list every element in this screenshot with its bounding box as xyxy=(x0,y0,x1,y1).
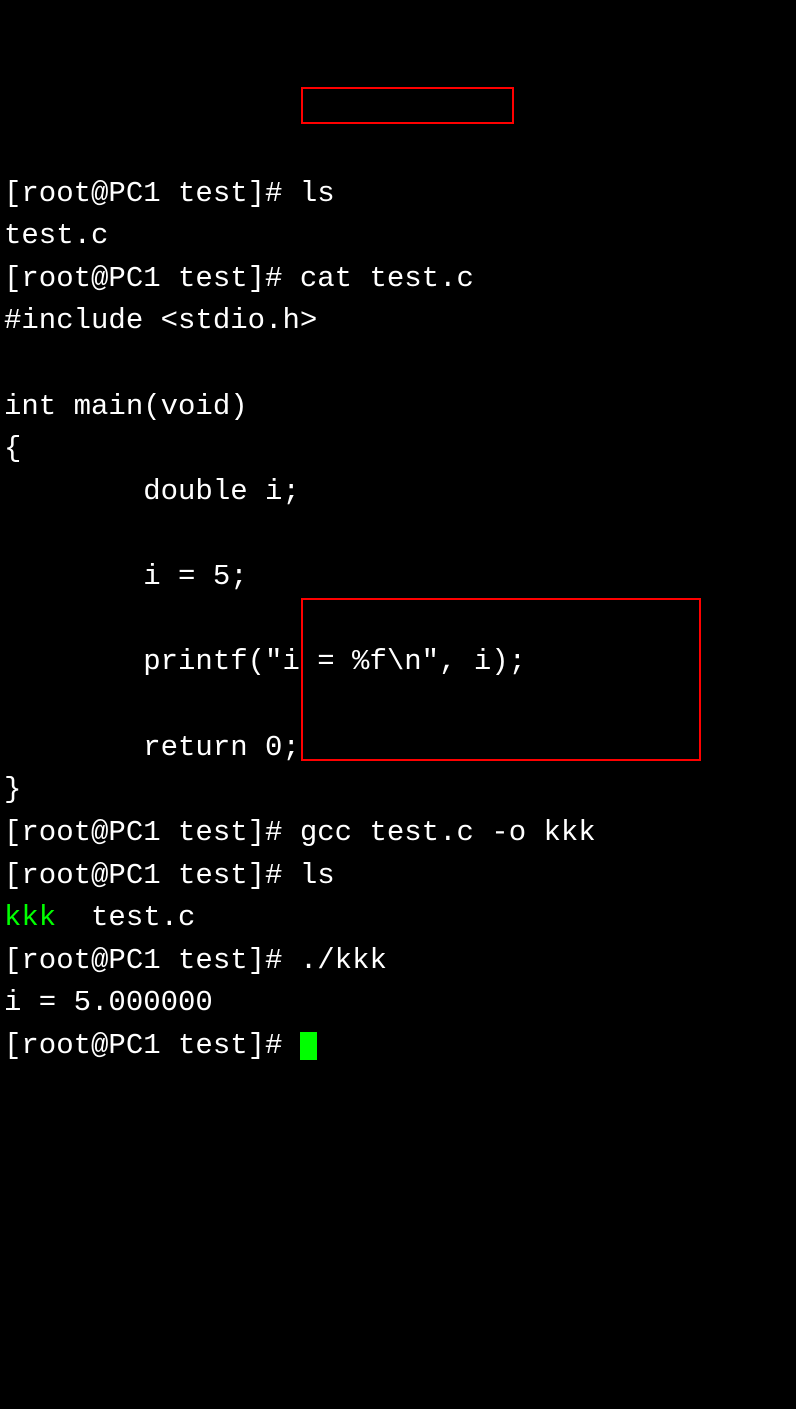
output-line: return 0; xyxy=(4,731,300,764)
cursor xyxy=(300,1032,317,1060)
prompt: [root@PC1 test]# xyxy=(4,177,300,210)
highlight-box-cat xyxy=(301,87,514,124)
output-ls-rest: test.c xyxy=(56,901,195,934)
output-line: } xyxy=(4,773,21,806)
prompt: [root@PC1 test]# xyxy=(4,859,300,892)
prompt: [root@PC1 test]# xyxy=(4,1029,300,1062)
command-ls: ls xyxy=(300,859,335,892)
output-program: i = 5.000000 xyxy=(4,986,213,1019)
output-line: int main(void) xyxy=(4,390,248,423)
terminal[interactable]: [root@PC1 test]# ls test.c [root@PC1 tes… xyxy=(4,173,792,1068)
command-gcc: gcc test.c -o kkk xyxy=(300,816,596,849)
output-line: #include <stdio.h> xyxy=(4,304,317,337)
command-cat: cat test.c xyxy=(300,262,474,295)
executable-file: kkk xyxy=(4,901,56,934)
output-line: { xyxy=(4,432,21,465)
output-line: i = 5; xyxy=(4,560,248,593)
prompt: [root@PC1 test]# xyxy=(4,944,300,977)
output-line: printf("i = %f\n", i); xyxy=(4,645,526,678)
prompt: [root@PC1 test]# xyxy=(4,816,300,849)
output-line: double i; xyxy=(4,475,300,508)
command-ls: ls xyxy=(300,177,335,210)
prompt: [root@PC1 test]# xyxy=(4,262,300,295)
command-run: ./kkk xyxy=(300,944,387,977)
output-ls: test.c xyxy=(4,219,108,252)
